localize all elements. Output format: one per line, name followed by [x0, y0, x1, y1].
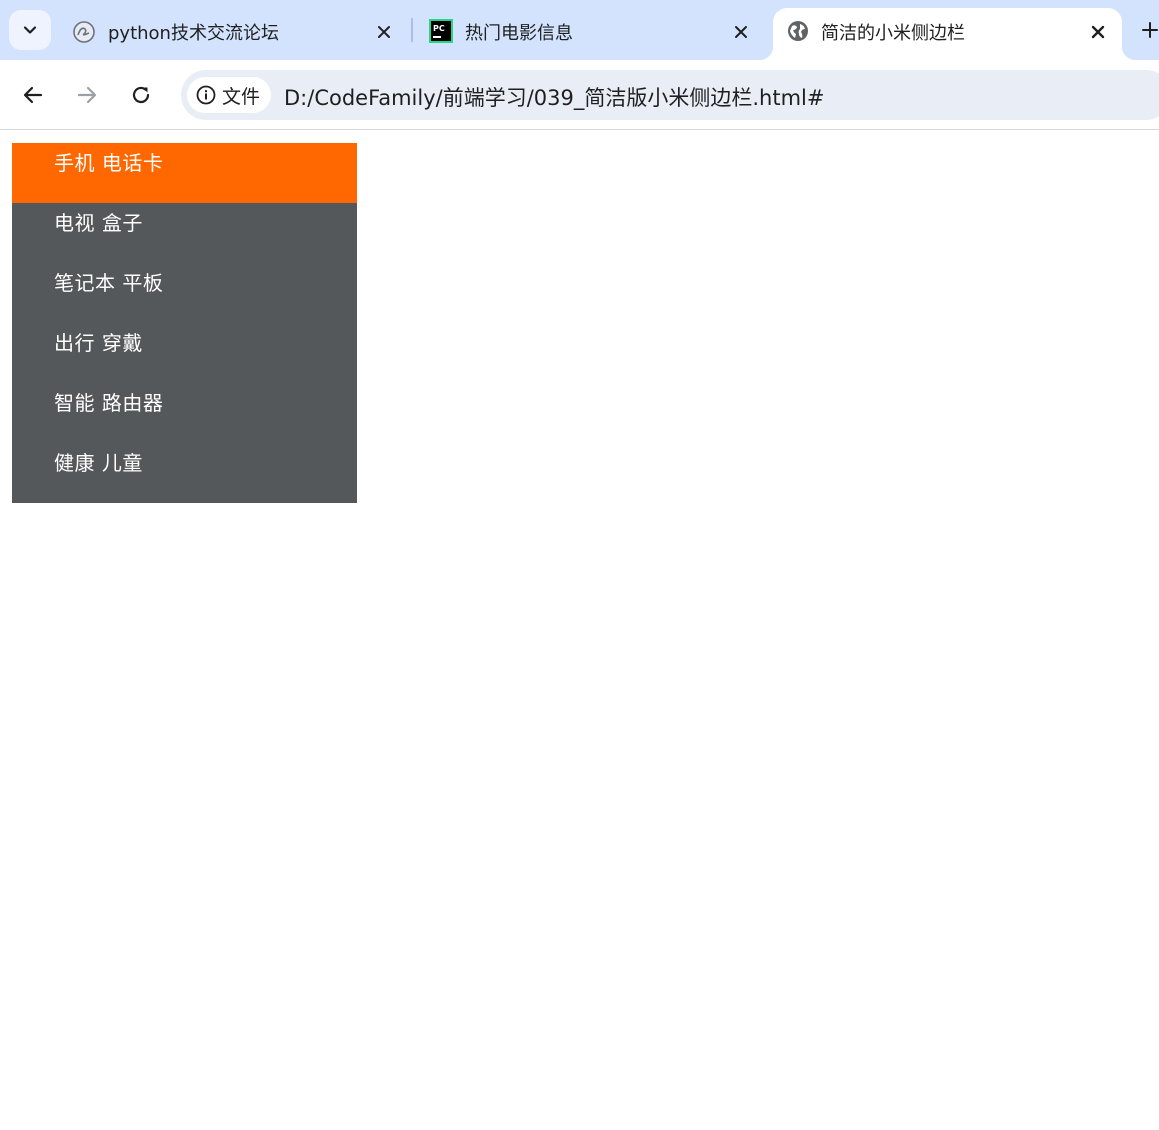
- arrow-right-icon: [77, 86, 97, 104]
- site-chip-label: 文件: [222, 85, 261, 108]
- svg-text:PC: PC: [433, 24, 445, 33]
- reload-icon: [132, 86, 150, 104]
- tab-python-forum[interactable]: python技术交流论坛: [60, 8, 412, 56]
- site-info-chip[interactable]: 文件: [187, 77, 271, 113]
- tab-title: python技术交流论坛: [108, 23, 279, 44]
- sidebar-item-laptop[interactable]: 笔记本 平板: [12, 263, 357, 323]
- tab-xiaomi-sidebar[interactable]: 简洁的小米侧边栏: [759, 8, 1136, 60]
- tab-title: 热门电影信息: [465, 23, 573, 44]
- tab-divider: [411, 18, 413, 42]
- forum-logo-icon: [72, 20, 96, 44]
- tab-title: 简洁的小米侧边栏: [821, 23, 965, 44]
- globe-icon: [787, 20, 809, 42]
- info-icon: [196, 85, 216, 105]
- arrow-left-icon: [23, 86, 43, 104]
- close-icon[interactable]: [1086, 20, 1110, 44]
- address-bar[interactable]: 文件 D:/CodeFamily/前端学习/039_简洁版小米侧边栏.html#: [181, 70, 1159, 120]
- url-text[interactable]: D:/CodeFamily/前端学习/039_简洁版小米侧边栏.html#: [284, 82, 825, 112]
- sidebar-item-phone[interactable]: 手机 电话卡: [12, 143, 357, 203]
- back-button[interactable]: [19, 81, 47, 109]
- pycharm-icon: PC: [429, 19, 453, 43]
- sidebar-item-smart[interactable]: 智能 路由器: [12, 383, 357, 443]
- close-icon[interactable]: [372, 20, 396, 44]
- sidebar-item-travel[interactable]: 出行 穿戴: [12, 323, 357, 383]
- new-tab-button[interactable]: [1138, 18, 1159, 42]
- reload-button[interactable]: [127, 81, 155, 109]
- sidebar-item-health[interactable]: 健康 儿童: [12, 443, 357, 503]
- tab-strip: python技术交流论坛 PC 热门电影信息 简洁的小米侧边栏: [0, 0, 1159, 60]
- tab-search-button[interactable]: [9, 10, 51, 50]
- sidebar-item-label: 健康 儿童: [54, 451, 143, 475]
- sidebar-item-label: 电视 盒子: [54, 211, 143, 235]
- sidebar-item-label: 出行 穿戴: [54, 331, 143, 355]
- forward-button[interactable]: [73, 81, 101, 109]
- chevron-down-icon: [23, 26, 37, 34]
- browser-toolbar: 文件 D:/CodeFamily/前端学习/039_简洁版小米侧边栏.html#: [0, 60, 1159, 130]
- close-icon[interactable]: [729, 20, 753, 44]
- sidebar-item-tv[interactable]: 电视 盒子: [12, 203, 357, 263]
- plus-icon: [1142, 22, 1158, 38]
- category-sidebar: 手机 电话卡 电视 盒子 笔记本 平板 出行 穿戴 智能 路由器 健康 儿童: [12, 143, 357, 503]
- sidebar-item-label: 智能 路由器: [54, 391, 164, 415]
- sidebar-item-label: 手机 电话卡: [54, 151, 164, 175]
- tab-movie-info[interactable]: PC 热门电影信息: [416, 8, 768, 56]
- sidebar-item-label: 笔记本 平板: [54, 271, 164, 295]
